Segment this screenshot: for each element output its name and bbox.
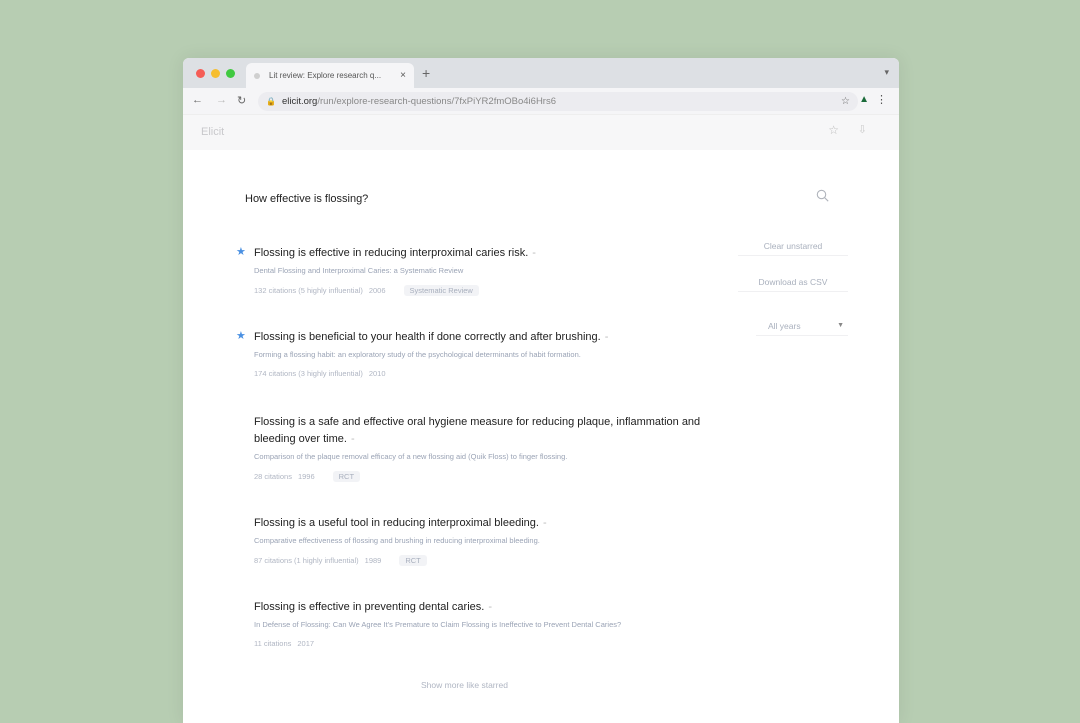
- browser-toolbar: ← → ↻ 🔒 elicit.org /run/explore-research…: [183, 88, 899, 115]
- close-window-button[interactable]: [196, 69, 205, 78]
- year-filter-select[interactable]: All years ▼: [756, 316, 848, 336]
- account-icon[interactable]: ⇩: [858, 123, 867, 136]
- result-claim: Flossing is effective in reducing interp…: [254, 247, 536, 259]
- browser-window: Lit review: Explore research q... × + ▾ …: [183, 58, 899, 723]
- paper-title[interactable]: Comparison of the plaque removal efficac…: [254, 452, 724, 461]
- result-item[interactable]: Flossing is effective in preventing dent…: [254, 599, 724, 648]
- tab-close-icon[interactable]: ×: [400, 70, 406, 81]
- back-arrow-icon[interactable]: ←: [192, 94, 203, 106]
- study-type-badge: RCT: [332, 471, 361, 482]
- browser-tab[interactable]: Lit review: Explore research q... ×: [246, 63, 414, 88]
- study-type-badge: Systematic Review: [403, 285, 479, 296]
- result-meta: 132 citations (5 highly influential) 200…: [254, 285, 724, 296]
- paper-title[interactable]: Forming a flossing habit: an exploratory…: [254, 350, 724, 359]
- reload-icon[interactable]: ↻: [237, 94, 246, 107]
- publication-year: 1989: [364, 556, 382, 565]
- result-claim: Flossing is beneficial to your health if…: [254, 331, 609, 343]
- citation-count: 132 citations (5 highly influential): [254, 286, 363, 295]
- result-item[interactable]: Flossing is a useful tool in reducing in…: [254, 515, 724, 566]
- url-path: /run/explore-research-questions/7fxPiYR2…: [317, 96, 557, 107]
- brand-logo[interactable]: Elicit: [201, 126, 224, 138]
- star-icon[interactable]: ★: [236, 329, 246, 342]
- result-item[interactable]: Flossing is a safe and effective oral hy…: [254, 414, 724, 482]
- result-claim: Flossing is a useful tool in reducing in…: [254, 517, 547, 529]
- tab-menu-chevron-icon[interactable]: ▾: [884, 67, 889, 78]
- lock-icon: 🔒: [266, 97, 276, 106]
- result-claim: Flossing is a safe and effective oral hy…: [254, 416, 701, 445]
- result-meta: 28 citations 1996 RCT: [254, 471, 724, 482]
- minimize-window-button[interactable]: [211, 69, 220, 78]
- show-more-button[interactable]: Show more like starred: [421, 680, 508, 690]
- study-type-badge: RCT: [399, 555, 427, 566]
- bookmark-star-icon[interactable]: ☆: [841, 96, 850, 107]
- extension-icon[interactable]: ▲: [859, 94, 869, 105]
- year-filter-value: All years: [768, 320, 801, 331]
- starred-icon[interactable]: ☆: [828, 123, 839, 137]
- search-icon[interactable]: [816, 189, 829, 202]
- result-meta: 11 citations 2017: [254, 639, 724, 648]
- search-query[interactable]: How effective is flossing?: [245, 193, 368, 205]
- new-tab-button[interactable]: +: [422, 65, 430, 81]
- address-bar[interactable]: 🔒 elicit.org /run/explore-research-quest…: [258, 92, 858, 111]
- publication-year: 2017: [297, 639, 315, 648]
- result-item[interactable]: ★ Flossing is beneficial to your health …: [236, 329, 724, 378]
- publication-year: 2010: [368, 369, 386, 378]
- forward-arrow-icon[interactable]: →: [216, 94, 227, 106]
- result-meta: 87 citations (1 highly influential) 1989…: [254, 555, 724, 566]
- url-host: elicit.org: [281, 96, 318, 107]
- paper-title[interactable]: Dental Flossing and Interproximal Caries…: [254, 266, 724, 275]
- paper-title[interactable]: Comparative effectiveness of flossing an…: [254, 536, 724, 545]
- maximize-window-button[interactable]: [226, 69, 235, 78]
- favicon-icon: [254, 72, 260, 79]
- app-header: Elicit ☆ ⇩: [183, 115, 899, 150]
- result-meta: 174 citations (3 highly influential) 201…: [254, 369, 724, 378]
- citation-count: 87 citations (1 highly influential): [254, 556, 359, 565]
- citation-count: 28 citations: [254, 472, 292, 481]
- paper-title[interactable]: In Defense of Flossing: Can We Agree It'…: [254, 620, 724, 629]
- tab-bar: Lit review: Explore research q... × + ▾: [183, 58, 899, 88]
- tab-title: Lit review: Explore research q...: [269, 71, 382, 80]
- browser-menu-icon[interactable]: ⋮: [876, 93, 887, 106]
- publication-year: 2006: [368, 286, 386, 295]
- clear-unstarred-button[interactable]: Clear unstarred: [738, 236, 848, 256]
- result-claim: Flossing is effective in preventing dent…: [254, 601, 492, 613]
- download-csv-button[interactable]: Download as CSV: [738, 272, 848, 292]
- chevron-down-icon: ▼: [837, 322, 844, 329]
- citation-count: 11 citations: [254, 639, 292, 648]
- result-item[interactable]: ★ Flossing is effective in reducing inte…: [236, 245, 724, 296]
- publication-year: 1996: [297, 472, 315, 481]
- main-content: How effective is flossing? ★ Flossing is…: [183, 150, 899, 723]
- star-icon[interactable]: ★: [236, 245, 246, 258]
- citation-count: 174 citations (3 highly influential): [254, 369, 363, 378]
